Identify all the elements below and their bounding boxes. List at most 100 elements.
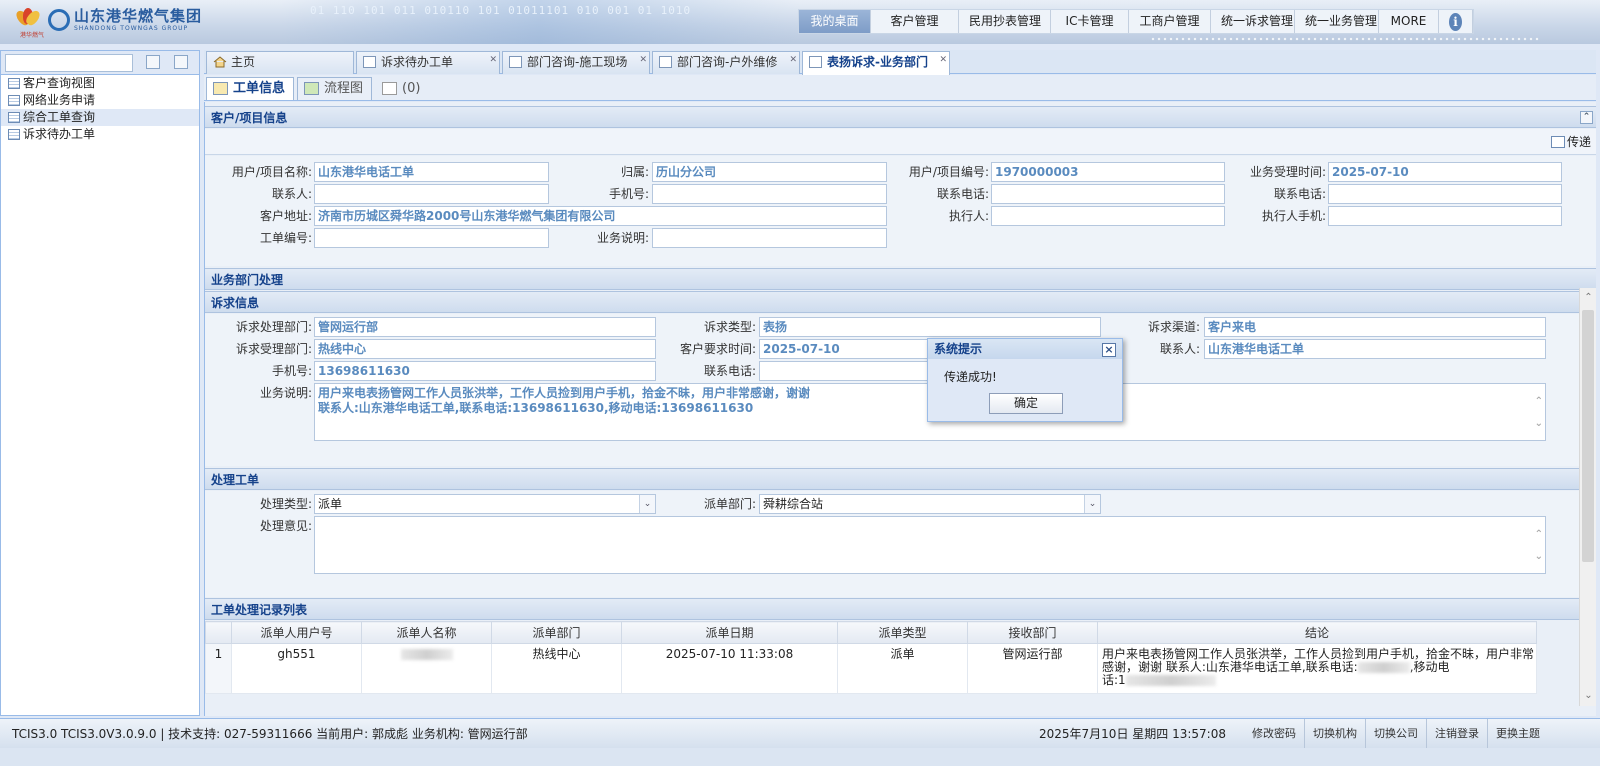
col-dispatch-dept[interactable]: 派单部门 — [491, 621, 622, 644]
nav-meter-reading[interactable]: 民用抄表管理 — [959, 10, 1051, 33]
field-phone2[interactable] — [1328, 184, 1562, 204]
left-tree-panel: 客户查询视图 网络业务申请 综合工单查询 诉求待办工单 — [0, 50, 200, 716]
field-accept-time[interactable]: 2025-07-10 — [1328, 162, 1562, 182]
tree-item-online-apply[interactable]: 网络业务申请 — [1, 92, 199, 109]
collapse-icon[interactable]: ⌃ — [1580, 111, 1593, 124]
label-process-type: 处理类型: — [259, 497, 312, 511]
chevron-down-icon: ⌄ — [1084, 495, 1100, 513]
list-icon — [8, 78, 20, 89]
tree-item-customer-view[interactable]: 客户查询视图 — [1, 75, 199, 92]
switch-org-link[interactable]: 切换机构 — [1304, 719, 1365, 749]
dialog-message: 传递成功! — [944, 370, 997, 384]
info-button[interactable]: i — [1439, 10, 1473, 33]
tab-label: 主页 — [231, 55, 256, 69]
col-dispatch-type[interactable]: 派单类型 — [837, 621, 968, 644]
field-project-name[interactable]: 山东港华电话工单 — [314, 162, 549, 182]
logout-link[interactable]: 注销登录 — [1426, 719, 1487, 749]
field-appeal-type[interactable]: 表扬 — [759, 317, 1101, 337]
scroll-down-icon[interactable]: ⌄ — [1535, 549, 1543, 564]
switch-company-link[interactable]: 切换公司 — [1365, 719, 1426, 749]
tree-item-order-query[interactable]: 综合工单查询 — [1, 109, 199, 126]
label-handle-dept: 诉求处理部门: — [235, 320, 312, 334]
nav-customer-mgmt[interactable]: 客户管理 — [871, 10, 959, 33]
nav-business-mgmt[interactable]: 统一业务管理 — [1295, 10, 1379, 33]
label-order-no: 工单编号: — [259, 231, 312, 245]
field-phone[interactable] — [991, 184, 1225, 204]
field-belong[interactable]: 历山分公司 — [652, 162, 887, 182]
tab-dept-consult-repair[interactable]: 部门咨询-户外维修 ✕ — [652, 51, 800, 74]
nav-appeal-mgmt[interactable]: 统一诉求管理 — [1211, 10, 1295, 33]
tab-pending-appeals[interactable]: 诉求待办工单 ✕ — [356, 51, 500, 74]
tree-item-pending-appeals[interactable]: 诉求待办工单 — [1, 126, 199, 143]
dispatch-dept-select[interactable]: 舜耕综合站 ⌄ — [759, 494, 1101, 514]
scrollbar-thumb[interactable] — [1582, 310, 1594, 562]
col-dispatch-date[interactable]: 派单日期 — [621, 621, 838, 644]
tab-praise-appeal[interactable]: 表扬诉求-业务部门 ✕ — [802, 51, 950, 75]
scroll-up-icon[interactable]: ⌃ — [1535, 527, 1543, 542]
nav-ic-card[interactable]: IC卡管理 — [1051, 10, 1129, 33]
tab-attachments[interactable]: (0) — [375, 77, 429, 100]
content-scrollbar[interactable]: ⌃ ⌄ — [1579, 288, 1596, 706]
field-project-code[interactable]: 1970000003 — [991, 162, 1225, 182]
scroll-up-icon[interactable]: ⌃ — [1580, 290, 1596, 306]
close-icon[interactable]: ✕ — [939, 52, 947, 71]
process-type-select[interactable]: 派单 ⌄ — [314, 494, 656, 514]
close-icon[interactable]: ✕ — [489, 52, 497, 71]
tab-flowchart[interactable]: 流程图 — [297, 77, 373, 100]
system-prompt-dialog: 系统提示 × 传递成功! 确定 — [927, 338, 1123, 422]
field-accept-dept[interactable]: 热线中心 — [314, 339, 656, 359]
tree-item-label: 综合工单查询 — [23, 110, 96, 124]
customer-form: 用户/项目名称: 山东港华电话工单 归属: 历山分公司 用户/项目编号: 197… — [205, 156, 1596, 266]
field-appeal-contact[interactable]: 山东港华电话工单 — [1204, 339, 1546, 359]
close-icon[interactable]: × — [1102, 343, 1116, 357]
close-icon[interactable]: ✕ — [789, 52, 797, 71]
close-icon[interactable]: ✕ — [639, 52, 647, 71]
field-channel[interactable]: 客户来电 — [1204, 317, 1546, 337]
nav-my-desktop[interactable]: 我的桌面 — [799, 10, 871, 33]
label-contact: 联系人: — [271, 187, 312, 201]
page-icon — [809, 56, 822, 68]
col-recv-dept[interactable]: 接收部门 — [967, 621, 1098, 644]
tab-order-info[interactable]: 工单信息 — [206, 77, 295, 100]
expand-all-icon[interactable] — [146, 55, 160, 69]
field-contact[interactable] — [314, 184, 549, 204]
tab-home[interactable]: 主页 — [206, 51, 354, 74]
scroll-down-icon[interactable]: ⌄ — [1580, 688, 1596, 704]
field-biz-desc[interactable] — [652, 228, 887, 248]
panel-title: 业务部门处理 — [211, 273, 284, 287]
label-address: 客户地址: — [259, 209, 312, 223]
scroll-down-icon[interactable]: ⌄ — [1535, 416, 1543, 431]
field-order-no[interactable] — [314, 228, 549, 248]
table-row[interactable]: 1 gh551 热线中心 2025-07-10 11:33:08 派单 管网运行… — [205, 643, 1537, 694]
cell-dispatch-date: 2025-07-10 11:33:08 — [621, 643, 838, 694]
logo-name-cn: 山东港华燃气集团 — [74, 6, 203, 25]
panel-title: 工单处理记录列表 — [211, 603, 308, 617]
cell-user-name-redacted — [361, 643, 492, 694]
col-conclusion[interactable]: 结论 — [1097, 621, 1537, 644]
change-password-link[interactable]: 修改密码 — [1252, 719, 1304, 749]
col-user-name[interactable]: 派单人名称 — [361, 621, 492, 644]
field-appeal-mobile[interactable]: 13698611630 — [314, 361, 656, 381]
field-mobile[interactable] — [652, 184, 887, 204]
forward-button[interactable]: 传递 — [1550, 133, 1591, 150]
opinion-textarea[interactable]: ⌃ ⌄ — [314, 516, 1546, 574]
nav-commercial[interactable]: 工商户管理 — [1129, 10, 1211, 33]
scroll-up-icon[interactable]: ⌃ — [1535, 394, 1543, 409]
redacted-blur — [1357, 662, 1410, 673]
subtab-label: (0) — [402, 81, 421, 96]
nav-more[interactable]: MORE — [1379, 10, 1439, 33]
field-executor-mobile[interactable] — [1328, 206, 1562, 226]
tree-search-input[interactable] — [5, 54, 133, 72]
col-user-id[interactable]: 派单人用户号 — [231, 621, 362, 644]
header-dot-pattern — [1150, 36, 1540, 42]
field-handle-dept[interactable]: 管网运行部 — [314, 317, 656, 337]
main-tab-strip: 主页 诉求待办工单 ✕ 部门咨询-施工现场 ✕ 部门咨询-户外维修 ✕ 表扬诉求… — [204, 50, 1596, 75]
ok-button[interactable]: 确定 — [989, 393, 1063, 414]
label-req-time: 客户要求时间: — [679, 342, 756, 356]
collapse-all-icon[interactable] — [174, 55, 188, 69]
field-address[interactable]: 济南市历城区舜华路2000号山东港华燃气集团有限公司 — [314, 206, 887, 226]
label-appeal-phone: 联系电话: — [703, 364, 756, 378]
tab-dept-consult-site[interactable]: 部门咨询-施工现场 ✕ — [502, 51, 650, 74]
change-theme-link[interactable]: 更换主题 — [1487, 719, 1548, 749]
field-executor[interactable] — [991, 206, 1225, 226]
